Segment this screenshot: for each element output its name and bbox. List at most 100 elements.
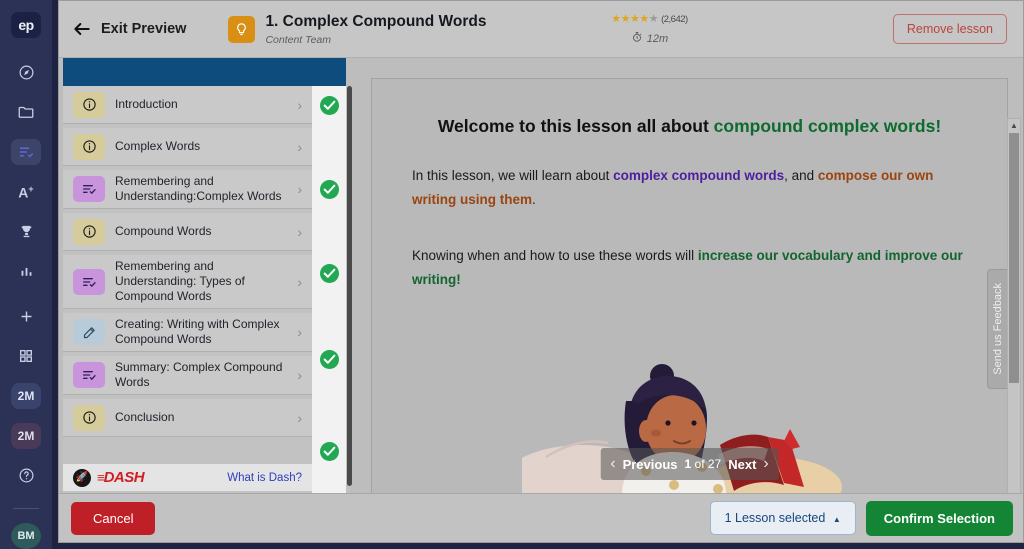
slide-canvas: Welcome to this lesson all about compoun… xyxy=(372,79,1007,494)
info-icon xyxy=(73,218,105,245)
scrollbar-thumb[interactable] xyxy=(1009,133,1019,383)
lesson-item-label: Creating: Writing with Complex Compound … xyxy=(115,317,280,346)
lesson-items-container: Introduction › Complex Words › Remembering a… xyxy=(63,86,350,461)
chevron-right-icon[interactable]: › xyxy=(297,410,302,426)
app-rail: ep A+ 2M 2M BM xyxy=(0,0,52,549)
preview-header: Exit Preview 1. Complex Compound Words C… xyxy=(59,1,1023,58)
lesson-list-item[interactable]: Remembering and Understanding: Types of … xyxy=(63,255,339,461)
p2-part-a: Knowing when and how to use these words … xyxy=(412,248,698,263)
slide-paragraph-2: Knowing when and how to use these words … xyxy=(412,244,967,292)
remove-lesson-button[interactable]: Remove lesson xyxy=(892,14,1007,44)
info-icon xyxy=(73,91,105,118)
slide-viewer: Welcome to this lesson all about compoun… xyxy=(371,78,1008,495)
lesson-list-item[interactable]: Conclusion › xyxy=(63,399,312,437)
lesson-item-label: Remembering and Understanding: Types of … xyxy=(115,259,245,303)
lessons-selected-dropdown[interactable]: 1 Lesson selected ▲ xyxy=(709,501,856,535)
status-complete-icon[interactable] xyxy=(320,441,339,461)
star-icon: ★ xyxy=(648,13,659,25)
duration: 12m xyxy=(574,31,724,46)
send-feedback-label: Send us Feedback xyxy=(991,283,1004,375)
lesson-list-scroll[interactable]: Introduction › Complex Words › Remembering a… xyxy=(63,86,350,495)
star-icon: ★ xyxy=(629,13,640,25)
chevron-right-icon[interactable]: › xyxy=(297,139,302,155)
lesson-list-item[interactable]: Introduction › xyxy=(63,86,339,124)
chevron-right-icon[interactable]: › xyxy=(297,224,302,240)
plus-icon[interactable] xyxy=(11,304,41,330)
pencil-icon xyxy=(73,319,105,345)
dash-brand: ≡DASH xyxy=(97,469,145,486)
rocket-icon: 🚀 xyxy=(73,468,91,487)
bar-chart-icon[interactable] xyxy=(11,259,41,285)
lesson-list-item[interactable]: Compound Words › xyxy=(63,213,339,369)
folder-icon[interactable] xyxy=(11,100,41,126)
lesson-item-label: Conclusion xyxy=(115,410,175,424)
dash-banner: 🚀 ≡DASH What is Dash? xyxy=(63,464,312,491)
chevron-left-icon[interactable]: ‹ xyxy=(610,455,615,473)
info-icon xyxy=(73,404,105,431)
star-icon: ★ xyxy=(611,13,621,25)
send-feedback-tab[interactable]: Send us Feedback xyxy=(987,269,1007,389)
preview-body: Introduction › Complex Words › Remembering a… xyxy=(59,58,1023,542)
status-complete-icon[interactable] xyxy=(320,179,339,199)
chevron-right-icon[interactable]: › xyxy=(297,324,302,340)
lesson-list-column: Introduction › Complex Words › Remembering a… xyxy=(63,58,352,495)
slide-navigation: ‹ Previous 1 of 27 Next › xyxy=(600,448,779,480)
status-complete-icon[interactable] xyxy=(320,349,339,369)
chevron-right-icon[interactable]: › xyxy=(297,274,302,290)
lesson-preview-modal: Exit Preview 1. Complex Compound Words C… xyxy=(58,0,1024,543)
p1-part-c: , and xyxy=(784,168,818,183)
quiz-icon xyxy=(73,268,105,295)
status-complete-icon[interactable] xyxy=(320,95,339,115)
app-root: ep A+ 2M 2M BM Exit Preview 1. Complex C… xyxy=(0,0,1024,549)
page-total: 27 xyxy=(707,457,722,471)
status-column xyxy=(312,86,346,495)
chevron-right-icon[interactable]: › xyxy=(297,367,302,383)
star-rating: ★★★★★ (2,642) xyxy=(574,12,724,25)
help-icon[interactable] xyxy=(11,463,41,489)
previous-button[interactable]: Previous xyxy=(623,457,678,472)
lesson-list-scrollbar[interactable] xyxy=(347,86,352,486)
a-plus-icon[interactable]: A+ xyxy=(11,179,41,205)
chevron-right-icon[interactable]: › xyxy=(763,455,768,473)
lesson-list-item[interactable]: Remembering and Understanding:Complex Wo… xyxy=(63,170,339,283)
next-button[interactable]: Next xyxy=(728,457,756,472)
avatar[interactable]: BM xyxy=(11,523,41,549)
slide-title-accent: compound complex words! xyxy=(713,116,942,136)
app-logo[interactable]: ep xyxy=(11,12,41,38)
star-icon: ★ xyxy=(620,13,631,25)
duration-label: 12m xyxy=(646,32,669,45)
cancel-button[interactable]: Cancel xyxy=(71,501,156,535)
what-is-dash-link[interactable]: What is Dash? xyxy=(227,472,302,484)
lesson-item-label: Summary: Complex Compound Words xyxy=(115,360,283,389)
dash-speedlines-icon: ≡ xyxy=(97,470,104,485)
lesson-list-header-bar xyxy=(63,58,346,86)
lesson-list-item[interactable]: Complex Words › xyxy=(63,128,339,199)
badge-2m-secondary[interactable]: 2M xyxy=(11,422,41,449)
main-scrollbar[interactable]: ▲ ▼ xyxy=(1007,118,1021,542)
quiz-icon xyxy=(73,362,105,388)
badge-2m-primary[interactable]: 2M xyxy=(11,383,41,409)
action-bar: Cancel 1 Lesson selected ▲ Confirm Selec… xyxy=(59,493,1023,542)
quiz-icon xyxy=(73,176,105,202)
chevron-right-icon[interactable]: › xyxy=(297,181,302,197)
p1-part-a: In this lesson, we will learn about xyxy=(412,168,614,183)
lesson-item-label: Complex Words xyxy=(115,139,201,153)
author-label: Content Team xyxy=(265,34,332,46)
grid-icon[interactable] xyxy=(11,343,41,369)
slide-paragraph-1: In this lesson, we will learn about comp… xyxy=(412,164,967,212)
lesson-list-item[interactable]: Creating: Writing with Complex Compound … xyxy=(63,313,312,352)
trophy-icon[interactable] xyxy=(11,219,41,245)
info-icon xyxy=(73,133,105,160)
exit-preview-label[interactable]: Exit Preview xyxy=(101,21,186,37)
lesson-item-label: Compound Words xyxy=(115,224,212,238)
compass-icon[interactable] xyxy=(11,60,41,86)
page-title: 1. Complex Compound Words xyxy=(265,13,487,30)
status-complete-icon[interactable] xyxy=(320,264,339,283)
lesson-list-item[interactable]: Summary: Complex Compound Words › xyxy=(63,356,312,395)
back-arrow-icon[interactable] xyxy=(71,18,93,40)
confirm-selection-button[interactable]: Confirm Selection xyxy=(865,500,1013,536)
slide-title: Welcome to this lesson all about compoun… xyxy=(412,115,967,138)
checklist-icon[interactable] xyxy=(11,139,41,166)
chevron-right-icon[interactable]: › xyxy=(297,97,302,113)
scroll-up-arrow-icon[interactable]: ▲ xyxy=(1008,119,1020,132)
